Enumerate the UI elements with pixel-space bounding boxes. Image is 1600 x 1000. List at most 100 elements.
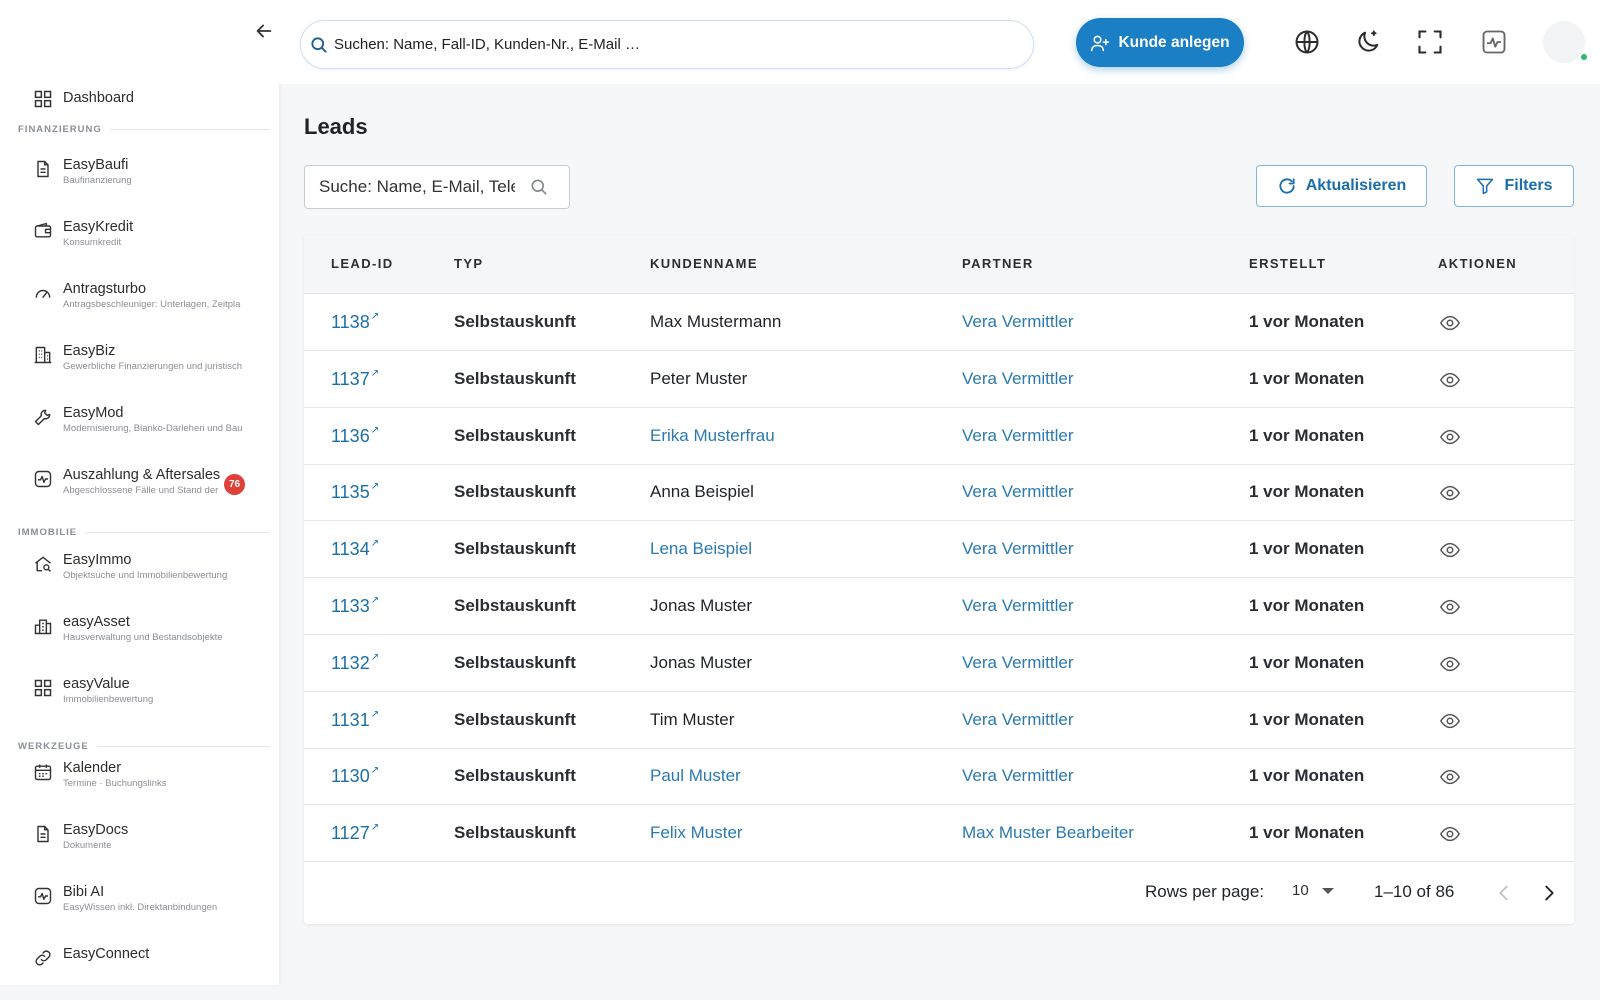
table-row[interactable]: 1131↗ Selbstauskunft Tim Muster Vera Vermit… (304, 692, 1574, 749)
table-row[interactable]: 1130↗ Selbstauskunft Paul Muster Vera Vermi… (304, 748, 1574, 806)
sidebar-item-easyvalue[interactable]: easyValue Immobilienbewertung (0, 675, 279, 707)
sidebar-item-description: Termine · Buchungslinks (63, 778, 167, 789)
column-header-typ[interactable]: TYP (454, 256, 483, 271)
lead-id-link[interactable]: 1133↗ (331, 595, 379, 617)
table-row[interactable]: 1136↗ Selbstauskunft Erika Musterfrau Vera … (304, 408, 1574, 465)
column-header-lead-id[interactable]: LEAD-ID (331, 256, 394, 271)
table-row[interactable]: 1133↗ Selbstauskunft Jonas Muster Vera Verm… (304, 578, 1574, 635)
table-row[interactable]: 1138↗ Selbstauskunft Max Mustermann Vera Ve… (304, 294, 1574, 351)
activity-monitor-icon[interactable] (1480, 28, 1508, 56)
language-globe-icon[interactable] (1293, 28, 1321, 56)
lead-type: Selbstauskunft (454, 539, 576, 559)
view-eye-icon[interactable] (1438, 710, 1462, 732)
search-icon (309, 35, 329, 55)
partner-link[interactable]: Vera Vermittler (962, 766, 1074, 786)
table-row[interactable]: 1134↗ Selbstauskunft Lena Beispiel Vera Ver… (304, 521, 1574, 579)
sidebar-item-auszahlung-aftersales[interactable]: Auszahlung & Aftersales Abgeschlossene Fä… (0, 466, 279, 498)
view-eye-icon[interactable] (1438, 426, 1462, 448)
sidebar-item-description: Hausverwaltung und Bestandsobjekte (63, 632, 223, 643)
sidebar-item-label: EasyKredit (63, 219, 134, 235)
partner-link[interactable]: Vera Vermittler (962, 653, 1074, 673)
customer-name[interactable]: Erika Musterfrau (650, 426, 775, 446)
customer-name: Jonas Muster (650, 652, 753, 672)
view-eye-icon[interactable] (1438, 766, 1462, 788)
sidebar-item-easyasset[interactable]: easyAsset Hausverwaltung und Bestandsobje… (0, 613, 279, 645)
table-row[interactable]: 1127↗ Selbstauskunft Felix Muster Max Muste… (304, 805, 1574, 863)
lead-type: Selbstauskunft (454, 823, 576, 843)
lead-id-value: 1133 (331, 596, 370, 616)
partner-link[interactable]: Vera Vermittler (962, 539, 1074, 559)
sidebar-item-label: Kalender (63, 760, 122, 776)
view-eye-icon[interactable] (1438, 596, 1462, 618)
lead-id-link[interactable]: 1130↗ (331, 765, 379, 787)
create-customer-button[interactable]: Kunde anlegen (1076, 18, 1244, 67)
lead-id-link[interactable]: 1137↗ (331, 367, 380, 390)
dark-mode-moon-icon[interactable] (1354, 28, 1382, 56)
user-avatar[interactable] (1543, 21, 1589, 63)
next-page-icon[interactable] (1538, 882, 1560, 904)
column-header-aktionen: AKTIONEN (1438, 256, 1518, 271)
partner-link[interactable]: Vera Vermittler (962, 369, 1074, 389)
activity-pulse-icon (33, 469, 53, 489)
partner-link[interactable]: Max Muster Bearbeiter (962, 823, 1134, 843)
refresh-button[interactable]: Aktualisieren (1256, 165, 1427, 207)
sidebar-item-easydocs[interactable]: EasyDocs Dokumente (0, 821, 279, 853)
partner-link[interactable]: Vera Vermittler (962, 596, 1074, 616)
table-row[interactable]: 1132↗ Selbstauskunft Jonas Muster Vera Verm… (304, 635, 1574, 692)
view-eye-icon[interactable] (1438, 482, 1462, 504)
customer-name[interactable]: Paul Muster (650, 766, 741, 786)
sidebar-item-antragsturbo[interactable]: Antragsturbo Antragsbeschleuniger: Unterl… (0, 280, 279, 312)
global-search-box[interactable] (300, 20, 1034, 69)
filters-button[interactable]: Filters (1454, 165, 1574, 207)
collapse-sidebar-icon[interactable] (253, 20, 275, 42)
column-header-partner[interactable]: PARTNER (962, 256, 1034, 271)
global-search-input[interactable] (334, 36, 1014, 53)
table-row[interactable]: 1135↗ Selbstauskunft Anna Beispiel Vera Ver… (304, 464, 1574, 522)
document-icon (33, 159, 53, 179)
lead-id-link[interactable]: 1134↗ (331, 538, 379, 560)
view-eye-icon[interactable] (1438, 539, 1462, 561)
view-eye-icon[interactable] (1438, 823, 1462, 845)
lead-type: Selbstauskunft (454, 425, 576, 445)
column-header-erstellt[interactable]: ERSTELLT (1249, 256, 1326, 271)
lead-search-input[interactable] (319, 177, 515, 197)
rows-per-page-select[interactable]: 10 (1292, 882, 1334, 899)
partner-link[interactable]: Vera Vermittler (962, 710, 1074, 730)
view-eye-icon[interactable] (1438, 653, 1462, 675)
previous-page-icon[interactable] (1493, 882, 1515, 904)
column-header-kundenname[interactable]: KUNDENNAME (650, 256, 758, 271)
sidebar-item-easyimmo[interactable]: EasyImmo Objektsuche und Immobilienbewert… (0, 551, 279, 583)
external-link-icon: ↗ (370, 367, 380, 379)
sidebar-item-dashboard[interactable]: Dashboard (0, 86, 279, 110)
sidebar-item-easybiz[interactable]: EasyBiz Gewerbliche Finanzierungen und ju… (0, 342, 279, 374)
created-date: 1 vor Monaten (1249, 539, 1365, 559)
refresh-label: Aktualisieren (1305, 177, 1407, 194)
sidebar-item-easymod[interactable]: EasyMod Modernisierung, Blanko-Darlehen u… (0, 404, 279, 436)
sidebar-item-easybaufi[interactable]: EasyBaufi Baufinanzierung (0, 156, 279, 188)
online-status-dot (1579, 52, 1589, 62)
customer-name[interactable]: Lena Beispiel (650, 539, 752, 559)
table-row[interactable]: 1137↗ Selbstauskunft Peter Muster Vera Verm… (304, 351, 1574, 408)
lead-id-link[interactable]: 1132↗ (331, 651, 380, 674)
view-eye-icon[interactable] (1438, 369, 1462, 391)
partner-link[interactable]: Vera Vermittler (962, 482, 1074, 502)
sidebar-item-easyconnect[interactable]: EasyConnect (0, 945, 279, 968)
lead-id-link[interactable]: 1136↗ (331, 425, 379, 447)
lead-search-box[interactable] (304, 165, 570, 209)
table-header: LEAD-ID TYP KUNDENNAME PARTNER ERSTELLT … (304, 235, 1574, 294)
sidebar-item-bibi-ai[interactable]: Bibi AI EasyWissen inkl. Direktanbindunge… (0, 883, 279, 915)
customer-name[interactable]: Felix Muster (650, 823, 743, 843)
partner-link[interactable]: Vera Vermittler (962, 312, 1074, 332)
lead-id-link[interactable]: 1138↗ (331, 311, 379, 333)
sidebar-item-easykredit[interactable]: EasyKredit Konsumkredit (0, 218, 279, 250)
sidebar-item-kalender[interactable]: Kalender Termine · Buchungslinks (0, 759, 279, 791)
sidebar-item-label: Auszahlung & Aftersales (63, 467, 221, 483)
lead-id-link[interactable]: 1131↗ (331, 708, 380, 731)
lead-id-link[interactable]: 1127↗ (331, 822, 379, 844)
lead-id-link[interactable]: 1135↗ (331, 481, 379, 503)
fullscreen-icon[interactable] (1416, 28, 1444, 56)
view-eye-icon[interactable] (1438, 312, 1462, 334)
external-link-icon: ↗ (370, 708, 380, 720)
partner-link[interactable]: Vera Vermittler (962, 426, 1074, 446)
external-link-icon: ↗ (370, 651, 380, 663)
